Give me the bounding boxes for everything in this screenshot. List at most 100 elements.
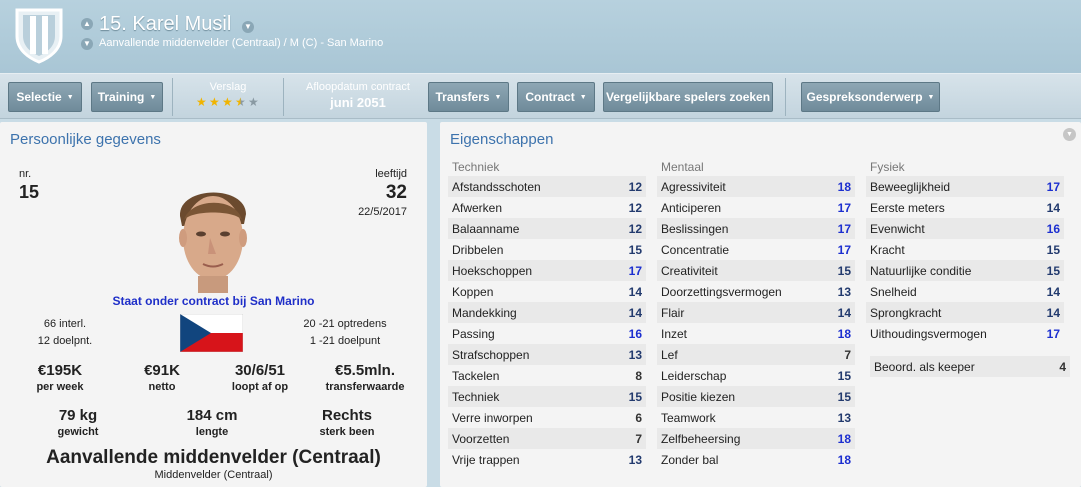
attribute-name: Strafschoppen: [452, 347, 530, 362]
profile-header: ▲ ▼ 15. Karel Musil ▼ Aanvallende midden…: [0, 0, 1081, 73]
attribute-row[interactable]: Positie kiezen 15: [657, 386, 855, 407]
attribute-row[interactable]: Kracht 15: [866, 239, 1064, 260]
find-similar-players-button[interactable]: Vergelijkbare spelers zoeken: [603, 82, 773, 112]
attribute-row[interactable]: Anticiperen 17: [657, 197, 855, 218]
transfers-button[interactable]: Transfers ▼: [428, 82, 509, 112]
attribute-row[interactable]: Afwerken 12: [448, 197, 646, 218]
attribute-value: 7: [635, 431, 642, 446]
panel-title: Eigenschappen: [450, 131, 554, 148]
star-icon: ★: [209, 95, 220, 109]
attribute-value: 6: [635, 410, 642, 425]
u21-goals: 1 -21 doelpunt: [309, 335, 381, 347]
attribute-row[interactable]: Inzet 18: [657, 323, 855, 344]
attribute-row[interactable]: Teamwork 13: [657, 407, 855, 428]
attribute-value: 14: [628, 305, 642, 320]
squad-number: 15: [19, 182, 40, 202]
attribute-name: Koppen: [452, 284, 494, 299]
mental-heading: Mentaal: [661, 160, 704, 174]
attribute-value: 12: [628, 200, 642, 215]
attribute-row[interactable]: Hoekschoppen 17: [448, 260, 646, 281]
contract-button[interactable]: Contract ▼: [517, 82, 595, 112]
attribute-row[interactable]: Strafschoppen 13: [448, 344, 646, 365]
net-wage-value: €91K: [144, 362, 180, 379]
player-menu-icon[interactable]: ▼: [242, 21, 254, 33]
attribute-row[interactable]: Creativiteit 15: [657, 260, 855, 281]
attribute-row[interactable]: Voorzetten 7: [448, 428, 646, 449]
attribute-row[interactable]: Lef 7: [657, 344, 855, 365]
attribute-name: Natuurlijke conditie: [870, 263, 972, 278]
selectie-button[interactable]: Selectie ▼: [8, 82, 82, 112]
attribute-name: Voorzetten: [452, 431, 510, 446]
attribute-row[interactable]: Agressiviteit 18: [657, 176, 855, 197]
training-button[interactable]: Training ▼: [91, 82, 163, 112]
attribute-name: Leiderschap: [661, 368, 727, 383]
attribute-row[interactable]: Beslissingen 17: [657, 218, 855, 239]
attribute-name: Afstandsschoten: [452, 179, 541, 194]
attribute-value: 12: [628, 221, 642, 236]
attribute-value: 17: [628, 263, 642, 278]
weight-label: gewicht: [57, 426, 99, 438]
chevron-down-icon: ▼: [927, 93, 935, 101]
attribute-value: 13: [628, 452, 642, 467]
attribute-row[interactable]: Dribbelen 15: [448, 239, 646, 260]
attribute-row[interactable]: Zelfbeheersing 18: [657, 428, 855, 449]
attribute-value: 14: [1046, 284, 1060, 299]
attribute-row[interactable]: Leiderschap 15: [657, 365, 855, 386]
attribute-row[interactable]: Eerste meters 14: [866, 197, 1064, 218]
club-crest-icon: [15, 8, 63, 64]
attribute-row[interactable]: Techniek 15: [448, 386, 646, 407]
attribute-row[interactable]: Doorzettingsvermogen 13: [657, 281, 855, 302]
attribute-row[interactable]: Afstandsschoten 12: [448, 176, 646, 197]
contract-end-value: juni 2051: [330, 95, 386, 110]
attribute-row[interactable]: Sprongkracht 14: [866, 302, 1064, 323]
attribute-name: Sprongkracht: [870, 305, 942, 320]
secondary-position: Middenvelder (Centraal): [154, 469, 273, 481]
contract-expiry-value: 30/6/51: [234, 362, 286, 379]
attribute-row[interactable]: Vrije trappen 13: [448, 449, 646, 470]
attribute-row[interactable]: Uithoudingsvermogen 17: [866, 323, 1064, 344]
weight-value: 79 kg: [58, 407, 98, 424]
international-goals: 12 doelpnt.: [37, 335, 93, 347]
attribute-row[interactable]: Koppen 14: [448, 281, 646, 302]
player-name: 15. Karel Musil: [99, 13, 232, 35]
czech-flag-icon[interactable]: [180, 314, 243, 352]
player-face-image: [179, 192, 247, 293]
attribute-row[interactable]: Evenwicht 16: [866, 218, 1064, 239]
attribute-value: 16: [628, 326, 642, 341]
attribute-value: 4: [1059, 359, 1066, 374]
attribute-name: Beweeglijkheid: [870, 179, 951, 194]
height-label: lengte: [195, 426, 229, 438]
international-caps: 66 interl.: [43, 318, 87, 330]
attribute-row[interactable]: Zonder bal 18: [657, 449, 855, 470]
attribute-row[interactable]: Beweeglijkheid 17: [866, 176, 1064, 197]
contract-club-link[interactable]: Staat onder contract bij San Marino: [0, 294, 427, 308]
previous-player-icon[interactable]: ▲: [81, 18, 93, 30]
attribute-name: Afwerken: [452, 200, 503, 215]
attribute-row[interactable]: Natuurlijke conditie 15: [866, 260, 1064, 281]
panel-options-icon[interactable]: ▼: [1063, 128, 1076, 141]
attribute-row[interactable]: Verre inworpen 6: [448, 407, 646, 428]
height-value: 184 cm: [186, 407, 238, 424]
verslag-label[interactable]: Verslag: [180, 81, 276, 93]
attribute-name: Tackelen: [452, 368, 500, 383]
wage-value: €195K: [37, 362, 83, 379]
star-icon: ★: [196, 95, 207, 109]
attribute-row[interactable]: Passing 16: [448, 323, 646, 344]
attribute-name: Flair: [661, 305, 685, 320]
attribute-row[interactable]: Tackelen 8: [448, 365, 646, 386]
chevron-down-icon: ▼: [494, 93, 502, 101]
attribute-row[interactable]: Mandekking 14: [448, 302, 646, 323]
attribute-value: 13: [837, 284, 851, 299]
attribute-row[interactable]: Concentratie 17: [657, 239, 855, 260]
attribute-name: Evenwicht: [870, 221, 925, 236]
next-player-icon[interactable]: ▼: [81, 38, 93, 50]
attribute-row[interactable]: Balaanname 12: [448, 218, 646, 239]
transfer-value-label: transferwaarde: [325, 381, 405, 393]
attribute-row[interactable]: Flair 14: [657, 302, 855, 323]
attribute-row[interactable]: Snelheid 14: [866, 281, 1064, 302]
chevron-down-icon: ▼: [149, 93, 157, 101]
conversation-topic-button[interactable]: Gespreksonderwerp ▼: [801, 82, 940, 112]
attribute-value: 18: [837, 452, 851, 467]
attribute-value: 14: [837, 305, 851, 320]
star-icon: ★: [222, 95, 233, 109]
